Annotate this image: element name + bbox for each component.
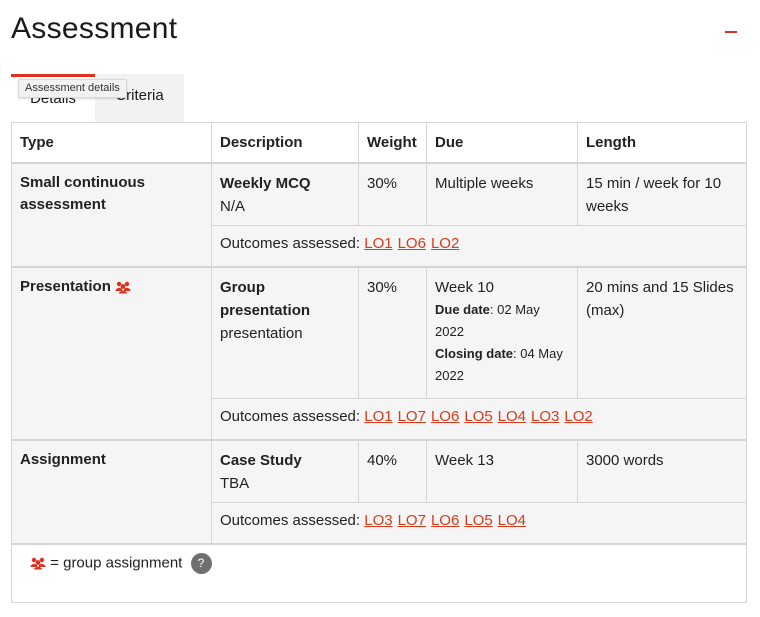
outcomes-row: Outcomes assessed: LO1 LO6 LO2 (212, 226, 746, 266)
header-weight: Weight (359, 123, 427, 162)
type-label: Presentation (20, 278, 111, 295)
help-button[interactable]: ? (190, 553, 212, 574)
description-title: Group presentation (220, 279, 311, 319)
header-due: Due (427, 123, 578, 162)
type-cell: Presentation (12, 268, 212, 439)
type-cell: Assignment (12, 441, 212, 543)
header-length: Length (586, 134, 636, 151)
weight-cell: 30% (359, 164, 427, 225)
description-cell: Case Study TBA (212, 441, 359, 502)
tooltip: Assessment details (18, 79, 127, 98)
outcomes-row: Outcomes assessed: LO1 LO7 LO6 LO5 LO4 LO3 LO2 (212, 399, 746, 439)
minus-icon (725, 31, 737, 33)
outcome-link[interactable]: LO3 (364, 512, 392, 529)
outcome-link[interactable]: LO5 (464, 512, 492, 529)
outcome-link[interactable]: LO2 (431, 235, 459, 252)
table-row: Small continuous assessment Weekly MCQ N… (12, 164, 746, 268)
closing-date-label: Closing date (435, 346, 514, 361)
description-sub: TBA (220, 475, 250, 492)
table-row: Presentation Group presentation presenta… (12, 268, 746, 441)
description-cell: Weekly MCQ N/A (212, 164, 359, 225)
description-sub: N/A (220, 198, 246, 215)
outcomes-label: Outcomes assessed: (220, 235, 361, 252)
group-users-icon (115, 281, 131, 294)
description-sub: presentation (220, 325, 303, 342)
weight-cell: 40% (359, 441, 427, 502)
assessment-table: Type Description Weight Due Length Small… (11, 122, 747, 545)
header-description: Description (212, 123, 359, 162)
outcome-link[interactable]: LO6 (431, 512, 459, 529)
header-type: Type (12, 123, 212, 162)
outcome-link[interactable]: LO7 (398, 512, 426, 529)
description-title: Weekly MCQ (220, 175, 311, 192)
outcome-link[interactable]: LO1 (364, 235, 392, 252)
due-week: Week 10 (435, 279, 494, 296)
due-cell: Week 13 (427, 441, 578, 502)
description-cell: Group presentation presentation (212, 268, 359, 398)
description-title: Case Study (220, 452, 302, 469)
legend-text: = group assignment (50, 554, 183, 572)
outcome-link[interactable]: LO2 (564, 408, 592, 425)
outcome-link[interactable]: LO5 (464, 408, 492, 425)
due-cell: Week 10 Due date: 02 May 2022 Closing da… (427, 268, 578, 398)
group-users-icon (30, 557, 46, 570)
type-cell: Small continuous assessment (12, 164, 212, 266)
length-cell: 3000 words (586, 452, 664, 469)
outcomes-label: Outcomes assessed: (220, 512, 361, 529)
outcome-link[interactable]: LO4 (498, 408, 526, 425)
outcomes-row: Outcomes assessed: LO3 LO7 LO6 LO5 LO4 (212, 503, 746, 543)
length-cell: 20 mins and 15 Slides (max) (586, 279, 734, 319)
outcome-link[interactable]: LO1 (364, 408, 392, 425)
collapse-button[interactable] (722, 22, 742, 42)
due-date-label: Due date (435, 302, 490, 317)
table-row: Assignment Case Study TBA 40% Week 13 30… (12, 441, 746, 544)
due-cell: Multiple weeks (427, 164, 578, 225)
outcome-link[interactable]: LO6 (398, 235, 426, 252)
outcome-link[interactable]: LO3 (531, 408, 559, 425)
outcome-link[interactable]: LO6 (431, 408, 459, 425)
outcome-link[interactable]: LO4 (498, 512, 526, 529)
table-header-row: Type Description Weight Due Length (12, 123, 746, 164)
weight-cell: 30% (359, 268, 427, 398)
outcome-link[interactable]: LO7 (398, 408, 426, 425)
length-cell: 15 min / week for 10 weeks (586, 175, 722, 215)
page-title: Assessment (11, 12, 178, 45)
outcomes-label: Outcomes assessed: (220, 408, 361, 425)
legend: = group assignment ? (11, 542, 747, 603)
